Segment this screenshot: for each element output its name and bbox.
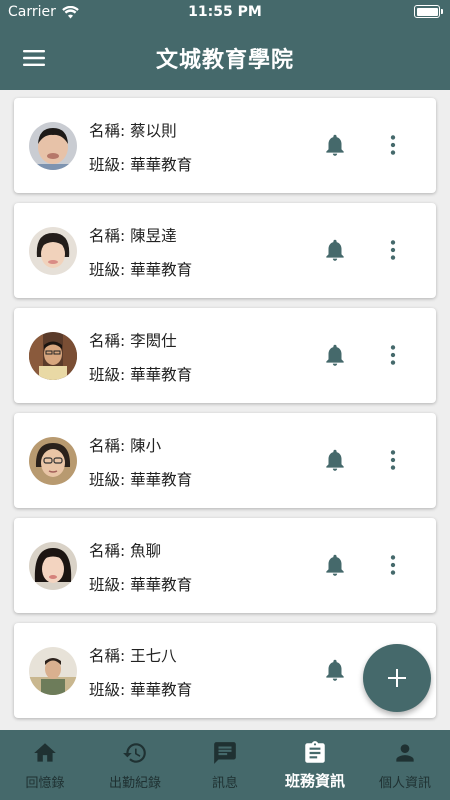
avatar — [29, 122, 77, 170]
nav-item-class-info[interactable]: 班務資訊 — [270, 730, 360, 800]
student-card[interactable]: 名稱: 魚聊 班級: 華華教育 — [14, 518, 436, 613]
student-name: 名稱: 李閎仕 — [89, 332, 177, 350]
bell-icon[interactable] — [322, 657, 348, 683]
bell-icon[interactable] — [322, 342, 348, 368]
nav-item-profile[interactable]: 個人資訊 — [360, 730, 450, 800]
student-name: 名稱: 蔡以則 — [89, 122, 177, 140]
student-card[interactable]: 名稱: 陳昱達 班級: 華華教育 — [14, 203, 436, 298]
add-button[interactable] — [363, 644, 431, 712]
nav-item-messages[interactable]: 訊息 — [180, 730, 270, 800]
bell-icon[interactable] — [322, 132, 348, 158]
more-vert-icon[interactable] — [380, 132, 406, 158]
nav-label: 出勤紀錄 — [108, 776, 161, 791]
plus-icon — [388, 669, 406, 687]
student-list[interactable]: 名稱: 蔡以則 班級: 華華教育 名稱: 陳昱達 班級: 華華教育 名稱: 李閎… — [0, 90, 450, 730]
more-vert-icon[interactable] — [380, 447, 406, 473]
nav-item-memoir[interactable]: 回憶錄 — [0, 730, 90, 800]
student-name: 名稱: 陳小 — [89, 437, 162, 455]
student-class: 班級: 華華教育 — [89, 261, 193, 279]
student-class: 班級: 華華教育 — [89, 471, 193, 489]
nav-label: 班務資訊 — [284, 772, 345, 790]
student-class: 班級: 華華教育 — [89, 576, 193, 594]
student-card[interactable]: 名稱: 李閎仕 班級: 華華教育 — [14, 308, 436, 403]
avatar — [29, 227, 77, 275]
status-bar: Carrier 11:55 PM — [0, 0, 450, 24]
person-icon — [396, 744, 414, 762]
student-name: 名稱: 陳昱達 — [89, 227, 177, 245]
avatar — [29, 332, 77, 380]
battery-icon — [414, 5, 443, 18]
nav-label: 回憶錄 — [25, 776, 65, 791]
app-header: Carrier 11:55 PM 文城教育學院 — [0, 0, 450, 90]
avatar — [29, 647, 77, 695]
status-time: 11:55 PM — [188, 4, 262, 20]
nav-label: 個人資訊 — [378, 776, 431, 791]
nav-item-attendance[interactable]: 出勤紀錄 — [90, 730, 180, 800]
home-icon — [34, 743, 56, 762]
clipboard-icon — [305, 741, 325, 763]
more-vert-icon[interactable] — [380, 342, 406, 368]
page-title: 文城教育學院 — [155, 48, 294, 73]
bottom-nav: 回憶錄 出勤紀錄 訊息 班務資訊 個人資訊 — [0, 730, 450, 800]
more-vert-icon[interactable] — [380, 552, 406, 578]
bell-icon[interactable] — [322, 552, 348, 578]
avatar — [29, 542, 77, 590]
avatar — [29, 437, 77, 485]
student-card[interactable]: 名稱: 陳小 班級: 華華教育 — [14, 413, 436, 508]
message-icon — [214, 742, 236, 764]
student-name: 名稱: 王七八 — [89, 647, 177, 665]
more-vert-icon[interactable] — [380, 237, 406, 263]
bell-icon[interactable] — [322, 447, 348, 473]
nav-label: 訊息 — [211, 776, 238, 791]
student-name: 名稱: 魚聊 — [89, 542, 162, 560]
student-class: 班級: 華華教育 — [89, 366, 193, 384]
student-class: 班級: 華華教育 — [89, 681, 193, 699]
bell-icon[interactable] — [322, 237, 348, 263]
student-card[interactable]: 名稱: 蔡以則 班級: 華華教育 — [14, 98, 436, 193]
history-icon — [123, 743, 146, 763]
student-class: 班級: 華華教育 — [89, 156, 193, 174]
